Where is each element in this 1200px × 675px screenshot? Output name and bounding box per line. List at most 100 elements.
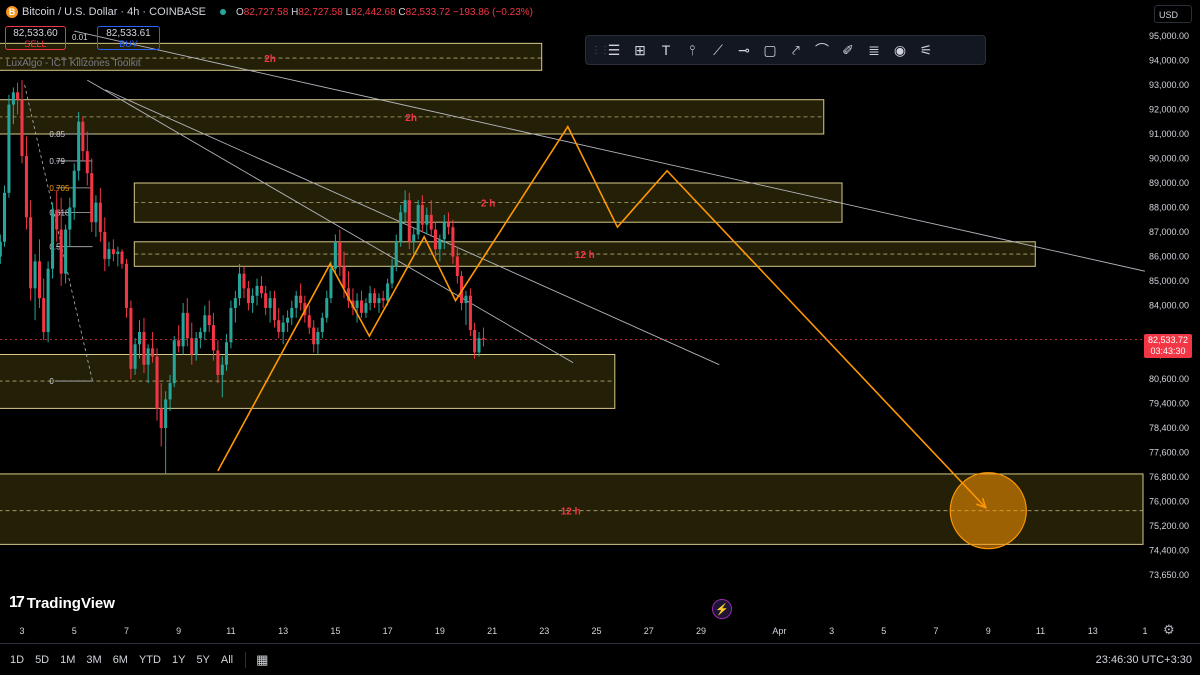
bottom-toolbar: 1D 5D 1M 3M 6M YTD 1Y 5Y All ▦ 23:46:30 … xyxy=(0,643,1200,675)
range-5y-button[interactable]: 5Y xyxy=(196,654,209,666)
rectangle-icon[interactable]: ▢ xyxy=(757,39,783,61)
candle-body xyxy=(142,332,146,365)
close-label: C xyxy=(398,6,406,18)
tradingview-logo[interactable]: 17 TradingView xyxy=(9,594,115,612)
candle-body xyxy=(37,261,42,299)
lightning-icon[interactable]: ⚡ xyxy=(712,599,732,619)
candle-body xyxy=(24,156,28,218)
range-5d-button[interactable]: 5D xyxy=(35,654,49,666)
candle-body xyxy=(294,295,298,308)
candle-body xyxy=(259,285,264,294)
target-icon[interactable]: ◉ xyxy=(887,39,913,61)
x-tick-label: 1 xyxy=(1142,626,1147,636)
range-ytd-button[interactable]: YTD xyxy=(139,654,161,666)
calendar-icon[interactable]: ▦ xyxy=(256,652,268,668)
candle-body xyxy=(299,295,303,304)
y-tick-label: 77,600.00 xyxy=(1149,448,1189,458)
candle-body xyxy=(81,121,85,152)
x-tick-label: 7 xyxy=(934,626,939,636)
price-chart[interactable]: 2h2h2 h12 h12 h 0.850.790.7050.6180.50 9… xyxy=(0,0,1200,675)
candle-body xyxy=(433,229,437,250)
y-tick-label: 94,000.00 xyxy=(1149,56,1189,66)
range-1m-button[interactable]: 1M xyxy=(60,654,75,666)
candle-body xyxy=(381,298,385,301)
y-tick-label: 92,000.00 xyxy=(1149,105,1189,115)
horizontal-lines-icon[interactable]: ☰ xyxy=(601,39,627,61)
sell-button[interactable]: 82,533.60 SELL xyxy=(5,26,66,50)
candle-body xyxy=(42,298,46,333)
clock-display[interactable]: 23:46:30 UTC+3:30 xyxy=(1096,654,1192,666)
buy-price: 82,533.61 xyxy=(106,28,151,39)
candle-body xyxy=(290,307,294,318)
candle-body xyxy=(442,222,446,240)
brush-icon[interactable]: ✐ xyxy=(835,39,861,61)
horizontal-ray-icon[interactable]: ⊸ xyxy=(731,39,757,61)
high-value: 82,727.58 xyxy=(298,6,343,18)
x-tick-label: 27 xyxy=(644,626,654,636)
currency-selector[interactable]: USD xyxy=(1154,5,1192,23)
grip-icon[interactable]: ⋮⋮ xyxy=(591,45,610,56)
candle-body xyxy=(233,298,237,308)
x-tick-label: 13 xyxy=(278,626,288,636)
zones-layer: 2h 2h 2 h 12 h 12 h xyxy=(0,42,1144,545)
range-3m-button[interactable]: 3M xyxy=(86,654,101,666)
close-value: 82,533.72 xyxy=(405,6,451,18)
y-tick-label: 93,000.00 xyxy=(1149,80,1189,90)
candle-body xyxy=(425,214,429,225)
candle-body xyxy=(333,241,337,269)
candle-body xyxy=(194,338,198,355)
trend-line-icon[interactable]: ⟋ xyxy=(705,39,731,61)
candle-body xyxy=(198,332,202,339)
candle-body xyxy=(399,212,403,242)
candle-body xyxy=(394,241,398,267)
range-1y-button[interactable]: 1Y xyxy=(172,654,185,666)
range-all-button[interactable]: All xyxy=(221,654,233,666)
range-1d-button[interactable]: 1D xyxy=(10,654,24,666)
text-icon[interactable]: T xyxy=(653,39,679,61)
open-label: O xyxy=(236,6,244,18)
candle-body xyxy=(220,364,224,375)
candle-body xyxy=(151,348,155,357)
crosshair-box-icon[interactable]: ⊞ xyxy=(627,39,653,61)
candle-body xyxy=(268,298,272,308)
path-icon[interactable]: ⤤ xyxy=(783,39,809,61)
y-tick-label: 90,000.00 xyxy=(1149,154,1189,164)
vertical-line-icon[interactable]: ⫯ xyxy=(679,39,705,61)
settings-lines-icon[interactable]: ⚟ xyxy=(913,39,939,61)
gear-icon[interactable]: ⚙ xyxy=(1163,622,1175,638)
candle-body xyxy=(251,295,255,304)
drawing-toolbar: ⋮⋮ ☰ ⊞ T ⫯ ⟋ ⊸ ▢ ⤤ ⌒ ✐ ≣ ◉ ⚟ xyxy=(585,35,986,65)
y-tick-label: 73,650.00 xyxy=(1149,570,1189,580)
candle-body xyxy=(172,340,176,384)
range-6m-button[interactable]: 6M xyxy=(113,654,128,666)
indicator-label[interactable]: LuxAlgo - ICT Killzones Toolkit xyxy=(6,58,141,69)
sell-price: 82,533.60 xyxy=(13,28,58,39)
candle-body xyxy=(277,320,281,333)
candle-body xyxy=(477,338,481,353)
y-tick-label: 80,600.00 xyxy=(1149,374,1189,384)
zone-label: 2h xyxy=(405,113,417,124)
buy-button[interactable]: 82,533.61 BUY xyxy=(97,26,160,50)
candle-body xyxy=(386,283,390,301)
candle-body xyxy=(429,214,433,230)
curve-icon[interactable]: ⌒ xyxy=(809,39,835,61)
candle-body xyxy=(281,322,285,333)
zone-label: 12 h xyxy=(575,250,595,261)
x-tick-label: 7 xyxy=(124,626,129,636)
y-tick-label: 87,000.00 xyxy=(1149,227,1189,237)
symbol-title[interactable]: Bitcoin / U.S. Dollar · 4h · COINBASE xyxy=(22,6,206,18)
candle-body xyxy=(85,151,89,174)
fib-icon[interactable]: ≣ xyxy=(861,39,887,61)
candle-body xyxy=(190,338,194,355)
y-tick-label: 76,800.00 xyxy=(1149,472,1189,482)
y-tick-label: 74,400.00 xyxy=(1149,546,1189,556)
candle-body xyxy=(329,268,333,299)
current-price-value: 82,533.72 xyxy=(1147,335,1189,345)
candle-body xyxy=(264,293,268,308)
spread-value: 0.01 xyxy=(72,33,88,42)
fib-level-label: 0.85 xyxy=(49,130,65,139)
candle-body xyxy=(473,330,477,353)
candle-body xyxy=(481,338,485,340)
candle-body xyxy=(312,327,316,345)
x-tick-label: 11 xyxy=(226,626,235,636)
